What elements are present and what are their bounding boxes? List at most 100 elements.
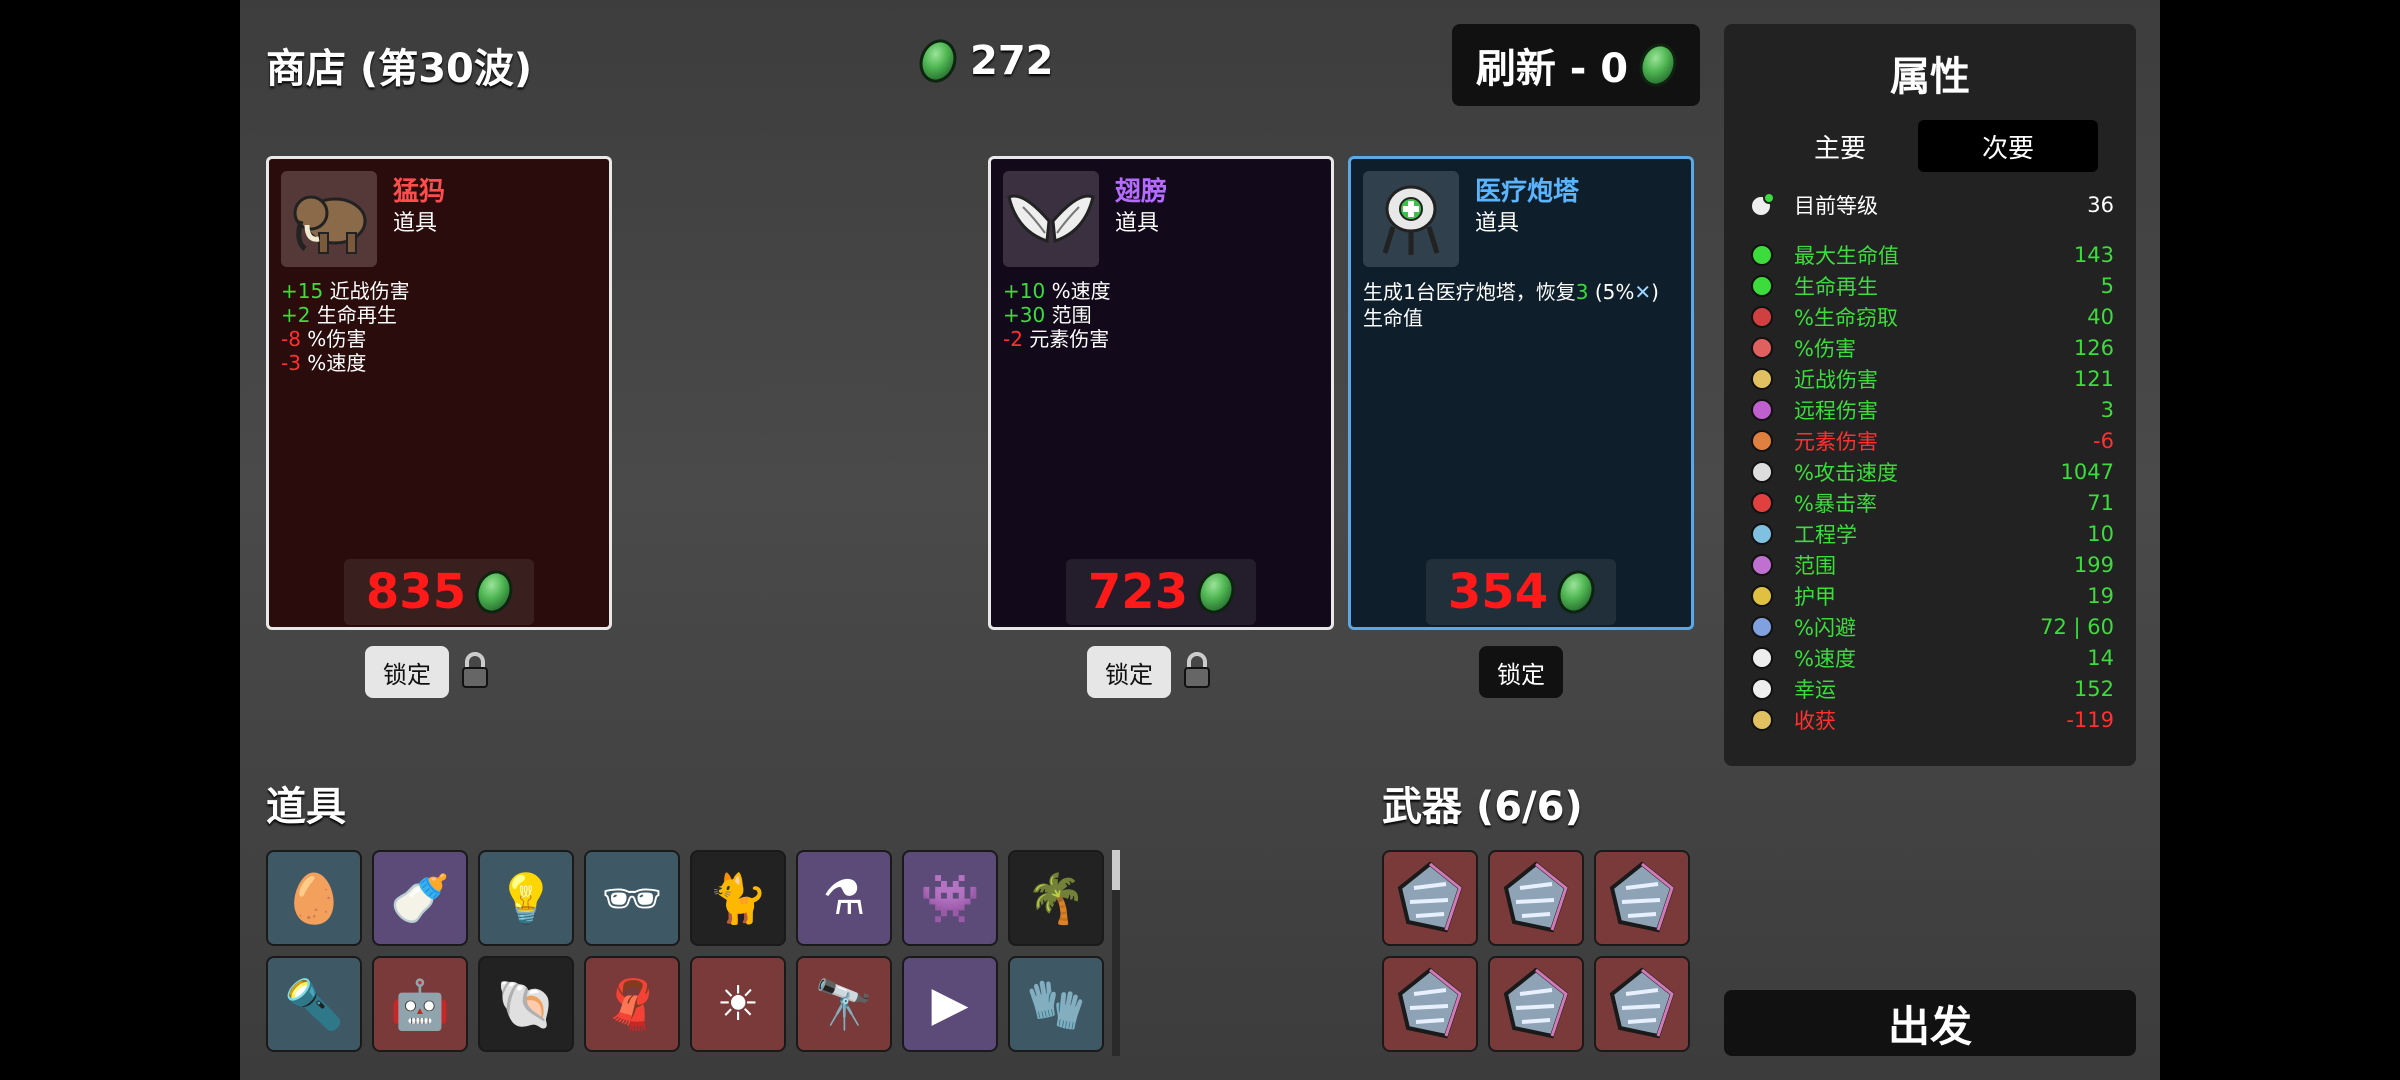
shop-card-medical-turret[interactable]: 医疗炮塔 道具 生成1台医疗炮塔，恢复3 (5%✕) 生命值 354: [1348, 156, 1694, 630]
refresh-button[interactable]: 刷新 - 0: [1452, 24, 1700, 106]
snail-shell-icon: 🐚: [496, 976, 556, 1033]
stat-label: 范围: [1794, 554, 1836, 578]
material-coin-icon: [1191, 565, 1241, 619]
stat-row[interactable]: 工程学 10: [1748, 519, 2114, 549]
hourglass-icon: [1751, 461, 1773, 483]
palm-tree-icon: 🌴: [1026, 870, 1086, 927]
items-section-title: 道具: [266, 784, 346, 830]
inventory-item-slot[interactable]: 🌴: [1008, 850, 1104, 946]
cat-icon: 🐈: [708, 870, 768, 927]
weapon-icon: [1609, 861, 1675, 933]
stat-row[interactable]: %闪避 72 | 60: [1748, 612, 2114, 642]
buy-price-button[interactable]: 835: [344, 559, 534, 625]
stat-value: 19: [2087, 584, 2114, 608]
material-coin-icon: [469, 565, 519, 619]
inventory-item-slot[interactable]: 🔭: [796, 956, 892, 1052]
inventory-item-slot[interactable]: 👾: [902, 850, 998, 946]
lock-button[interactable]: 锁定: [365, 646, 449, 698]
weapons-section-title: 武器 (6/6): [1382, 784, 1583, 830]
inventory-item-slot[interactable]: 🧣: [584, 956, 680, 1052]
buy-price-button[interactable]: 354: [1426, 559, 1616, 625]
flame-icon: [1751, 430, 1773, 452]
shield-icon: [1751, 585, 1773, 607]
sun-orb-icon: ☀: [716, 976, 760, 1032]
stats-title: 属性: [1890, 54, 1970, 100]
weapon-slot[interactable]: [1382, 850, 1478, 946]
stat-row[interactable]: 元素伤害 -6: [1748, 426, 2114, 456]
stat-row[interactable]: 最大生命值 143: [1748, 240, 2114, 270]
card-type: 道具: [1115, 211, 1160, 236]
stat-row[interactable]: 生命再生 5: [1748, 271, 2114, 301]
stat-row[interactable]: %攻击速度 1047: [1748, 457, 2114, 487]
wheat-icon: [1751, 709, 1773, 731]
robot-icon: 🤖: [390, 976, 450, 1033]
price-value: 354: [1447, 564, 1549, 620]
stat-value: 5: [2100, 274, 2114, 298]
lock-button[interactable]: 锁定: [1087, 646, 1171, 698]
glasses-icon: 🕶: [601, 870, 663, 927]
shop-card-wings[interactable]: 翅膀 道具 +10 %速度 +30 范围 -2 元素伤害 723: [988, 156, 1334, 630]
weapon-slot[interactable]: [1594, 850, 1690, 946]
weapon-icon: [1609, 967, 1675, 1039]
lamp-icon: 💡: [496, 870, 556, 927]
weapon-slot[interactable]: [1488, 956, 1584, 1052]
inventory-item-slot[interactable]: 🐚: [478, 956, 574, 1052]
mammoth-icon: [281, 171, 377, 267]
stat-row[interactable]: %暴击率 71: [1748, 488, 2114, 518]
go-button[interactable]: 出发: [1724, 990, 2136, 1056]
tab-primary[interactable]: 主要: [1750, 120, 1930, 172]
stat-value: -6: [2093, 429, 2114, 453]
fangs-icon: [1751, 306, 1773, 328]
shop-card-mammoth[interactable]: 猛犸 道具 +15 近战伤害 +2 生命再生 -8 %伤害 -3 %速度 835: [266, 156, 612, 630]
stat-line: +15 近战伤害: [281, 279, 410, 303]
description-line: 生命值: [1363, 306, 1423, 330]
stat-row[interactable]: 范围 199: [1748, 550, 2114, 580]
stat-row[interactable]: 收获 -119: [1748, 705, 2114, 735]
scrollbar-thumb[interactable]: [1112, 850, 1120, 890]
lock-button[interactable]: 锁定: [1479, 646, 1563, 698]
gold-counter: 272: [913, 34, 1054, 88]
potion-machine-icon: ⚗: [822, 870, 866, 926]
stat-row[interactable]: 远程伤害 3: [1748, 395, 2114, 425]
stats-panel: 属性 主要 次要 目前等级 36 最大生命值 143 生命再生 5 %生命窃取 40 %伤害…: [1724, 24, 2136, 766]
stat-row[interactable]: 近战伤害 121: [1748, 364, 2114, 394]
stat-row[interactable]: 幸运 152: [1748, 674, 2114, 704]
stat-row[interactable]: %伤害 126: [1748, 333, 2114, 363]
inventory-item-slot[interactable]: ▶: [902, 956, 998, 1052]
weapon-slot[interactable]: [1488, 850, 1584, 946]
stat-value: 199: [2073, 553, 2114, 577]
inventory-item-slot[interactable]: 🐈: [690, 850, 786, 946]
weapon-icon: [1397, 967, 1463, 1039]
refresh-label: 刷新 - 0: [1475, 46, 1629, 92]
stat-label: 远程伤害: [1794, 399, 1878, 423]
stat-value: 14: [2087, 646, 2114, 670]
inventory-item-slot[interactable]: 💡: [478, 850, 574, 946]
stat-label: 工程学: [1794, 523, 1857, 547]
buy-price-button[interactable]: 723: [1066, 559, 1256, 625]
stat-row[interactable]: 护甲 19: [1748, 581, 2114, 611]
weapon-slot[interactable]: [1382, 956, 1478, 1052]
inventory-item-slot[interactable]: 🍼: [372, 850, 468, 946]
sword-icon: [1751, 368, 1773, 390]
card-stats: +15 近战伤害 +2 生命再生 -8 %伤害 -3 %速度: [281, 279, 410, 375]
weapon-slot[interactable]: [1594, 956, 1690, 1052]
inventory-item-slot[interactable]: ⚗: [796, 850, 892, 946]
crit-icon: [1751, 492, 1773, 514]
inventory-item-slot[interactable]: 🧤: [1008, 956, 1104, 1052]
alien-icon: 👾: [920, 870, 980, 927]
inventory-item-slot[interactable]: 🤖: [372, 956, 468, 1052]
stat-line: -2 元素伤害: [1003, 327, 1110, 351]
stat-label: 生命再生: [1794, 275, 1878, 299]
card-type: 道具: [1475, 211, 1520, 236]
stat-row[interactable]: %速度 14: [1748, 643, 2114, 673]
inventory-item-slot[interactable]: 🥚: [266, 850, 362, 946]
inventory-item-slot[interactable]: 🔦: [266, 956, 362, 1052]
tab-secondary[interactable]: 次要: [1918, 120, 2098, 172]
inventory-item-slot[interactable]: 🕶: [584, 850, 680, 946]
stat-row[interactable]: %生命窃取 40: [1748, 302, 2114, 332]
stat-value: 152: [2073, 677, 2114, 701]
material-coin-icon: [913, 34, 963, 88]
inventory-item-slot[interactable]: ☀: [690, 956, 786, 1052]
items-scrollbar[interactable]: [1112, 850, 1120, 1056]
bottle-icon: 🍼: [390, 870, 450, 927]
